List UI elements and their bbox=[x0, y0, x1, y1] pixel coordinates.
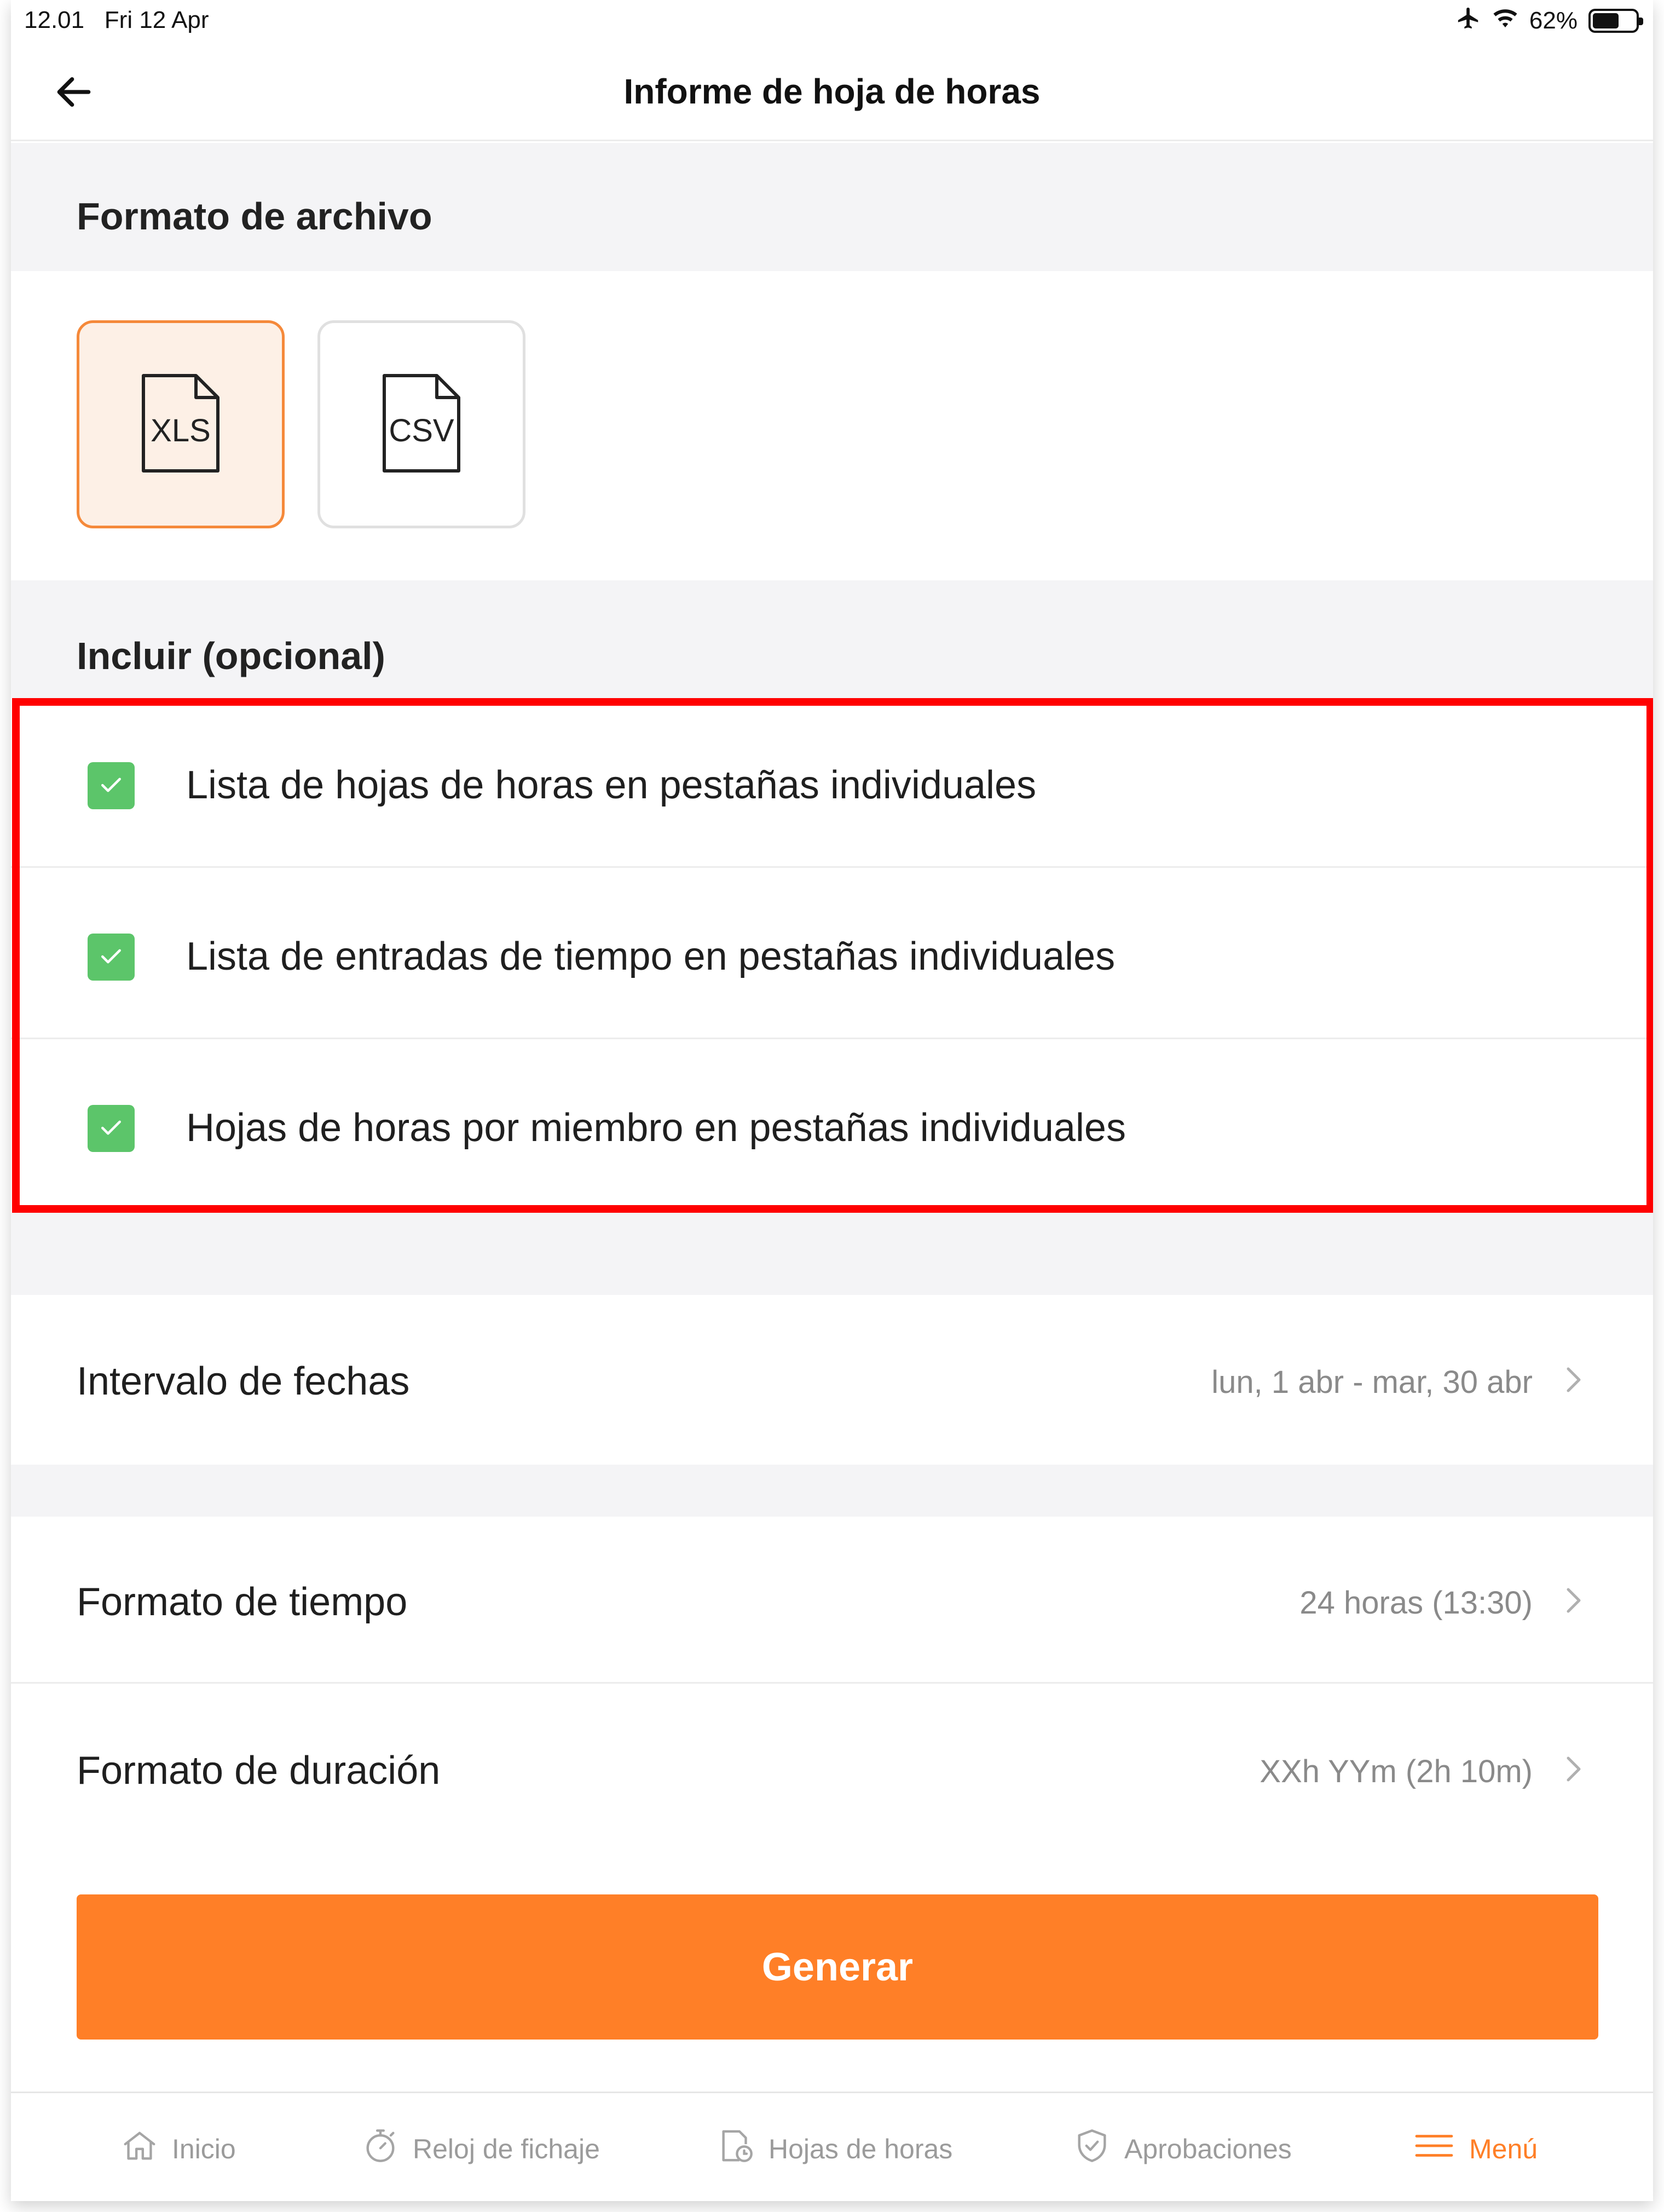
checkbox-checked[interactable] bbox=[88, 762, 135, 809]
battery-level bbox=[1593, 13, 1619, 28]
tab-label: Reloj de fichaje bbox=[413, 2134, 600, 2164]
tab-bar: Inicio Reloj de fichaje Hojas de horas A… bbox=[11, 2092, 1653, 2201]
format-csv-label: CSV bbox=[389, 413, 454, 448]
csv-file-icon: CSV bbox=[378, 371, 465, 478]
checkbox-checked[interactable] bbox=[88, 934, 135, 981]
status-bar: 12.01 Fri 12 Apr 62% bbox=[11, 0, 1653, 44]
battery-percent: 62% bbox=[1529, 7, 1578, 34]
menu-icon bbox=[1412, 2127, 1456, 2171]
battery-icon bbox=[1588, 9, 1643, 33]
include-item-label: Lista de entradas de tiempo en pestañas … bbox=[186, 935, 1116, 978]
page-title: Informe de hoja de horas bbox=[623, 72, 1041, 111]
airplane-icon bbox=[1456, 5, 1481, 37]
tab-inicio[interactable]: Inicio bbox=[120, 2122, 236, 2176]
duration-format-row[interactable]: Formato de duración XXh YYm (2h 10m) bbox=[11, 1685, 1653, 1847]
tab-reloj-de-fichaje[interactable]: Reloj de fichaje bbox=[361, 2122, 600, 2176]
include-header: Incluir (opcional) bbox=[77, 635, 385, 677]
include-item-label: Lista de hojas de horas en pestañas indi… bbox=[186, 763, 1037, 807]
section-spacer bbox=[11, 1213, 1653, 1295]
tab-label: Hojas de horas bbox=[769, 2134, 953, 2164]
format-xls-label: XLS bbox=[151, 413, 211, 448]
include-section: Incluir (opcional) bbox=[11, 580, 1653, 698]
include-item-per-member[interactable]: Hojas de horas por miembro en pestañas i… bbox=[11, 1041, 1653, 1211]
check-icon bbox=[96, 1113, 126, 1145]
status-time-text: 12.01 bbox=[24, 7, 85, 33]
chevron-right-icon bbox=[1560, 1753, 1587, 1785]
date-range-row[interactable]: Intervalo de fechas lun, 1 abr - mar, 30… bbox=[11, 1295, 1653, 1465]
chevron-right-icon bbox=[1560, 1363, 1587, 1396]
shield-check-icon bbox=[1073, 2127, 1111, 2171]
status-icons: 62% bbox=[1456, 5, 1643, 37]
checkbox-checked[interactable] bbox=[88, 1105, 135, 1152]
date-range-value: lun, 1 abr - mar, 30 abr bbox=[1211, 1364, 1533, 1400]
duration-format-value: XXh YYm (2h 10m) bbox=[1259, 1754, 1533, 1789]
status-date-text: Fri 12 Apr bbox=[104, 7, 209, 33]
check-icon bbox=[96, 770, 126, 802]
file-format-section: Formato de archivo bbox=[11, 143, 1653, 271]
format-option-xls[interactable]: XLS bbox=[77, 320, 285, 528]
tab-hojas-de-horas[interactable]: Hojas de horas bbox=[717, 2122, 952, 2176]
check-icon bbox=[96, 941, 126, 973]
wifi-icon bbox=[1492, 7, 1518, 35]
date-range-label: Intervalo de fechas bbox=[77, 1360, 410, 1403]
file-format-header: Formato de archivo bbox=[77, 195, 432, 238]
file-format-options: XLS CSV bbox=[11, 271, 1653, 580]
include-item-time-entries[interactable]: Lista de entradas de tiempo en pestañas … bbox=[11, 869, 1653, 1039]
status-time: 12.01 Fri 12 Apr bbox=[24, 7, 209, 34]
include-item-timesheets[interactable]: Lista de hojas de horas en pestañas indi… bbox=[11, 698, 1653, 868]
tab-menu[interactable]: Menú bbox=[1412, 2122, 1538, 2176]
timesheet-icon bbox=[717, 2127, 755, 2171]
nav-bar: Informe de hoja de horas bbox=[11, 44, 1653, 141]
time-format-value: 24 horas (13:30) bbox=[1299, 1585, 1533, 1621]
include-item-label: Hojas de horas por miembro en pestañas i… bbox=[186, 1106, 1126, 1150]
xls-file-icon: XLS bbox=[137, 371, 224, 478]
home-icon bbox=[120, 2127, 159, 2171]
app-screen: 12.01 Fri 12 Apr 62% Informe de hoja de … bbox=[11, 0, 1653, 2201]
format-option-csv[interactable]: CSV bbox=[317, 320, 525, 528]
time-format-row[interactable]: Formato de tiempo 24 horas (13:30) bbox=[11, 1517, 1653, 1684]
stopwatch-icon bbox=[361, 2127, 400, 2171]
duration-format-label: Formato de duración bbox=[77, 1749, 441, 1793]
tab-label: Menú bbox=[1469, 2134, 1538, 2164]
chevron-right-icon bbox=[1560, 1584, 1587, 1617]
tab-label: Inicio bbox=[172, 2134, 236, 2164]
include-list: Lista de hojas de horas en pestañas indi… bbox=[11, 698, 1653, 1213]
section-spacer bbox=[11, 1465, 1653, 1517]
tab-aprobaciones[interactable]: Aprobaciones bbox=[1073, 2122, 1292, 2176]
tab-label: Aprobaciones bbox=[1124, 2134, 1292, 2164]
time-format-label: Formato de tiempo bbox=[77, 1580, 408, 1624]
generate-button[interactable]: Generar bbox=[77, 1894, 1598, 2040]
